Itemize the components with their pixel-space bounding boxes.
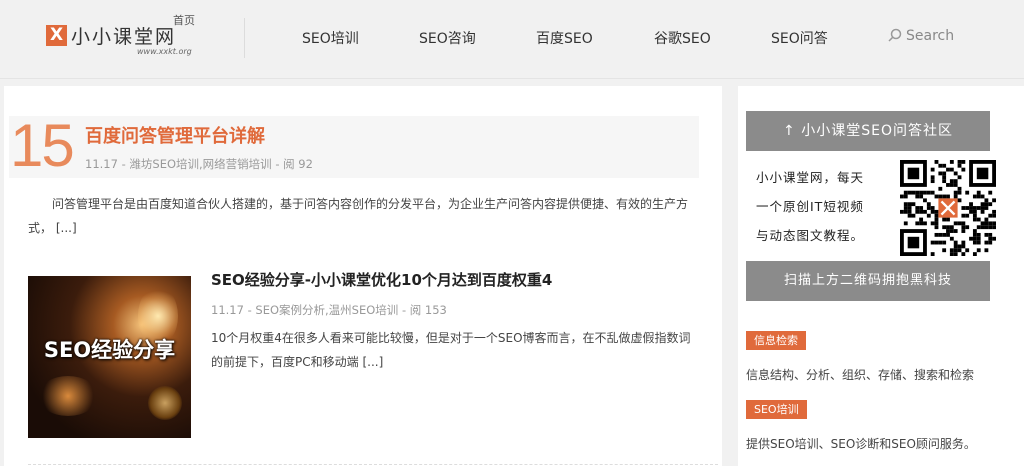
- post-day-number: 15: [10, 112, 75, 179]
- logo-text: 小小课堂网: [71, 26, 177, 48]
- post-date: 11.17: [211, 303, 244, 317]
- site-header: X 小小课堂网 首页 www.xxkt.org SEO培训 SEO咨询 百度SE…: [0, 0, 1024, 79]
- post-title[interactable]: 百度问答管理平台详解: [85, 122, 265, 148]
- qr-line: 一个原创IT短视频: [756, 199, 864, 214]
- nav-google-seo[interactable]: 谷歌SEO: [654, 28, 711, 48]
- post-excerpt: 问答管理平台是由百度知道合伙人搭建的，基于问答内容创作的分发平台，为企业生产问答…: [28, 192, 690, 240]
- qr-line: 小小课堂网，每天: [756, 170, 865, 185]
- post-excerpt: 10个月权重4在很多人看来可能比较慢，但是对于一个SEO博客而言，在不乱做虚假指…: [211, 326, 693, 374]
- qr-description: 小小课堂网，每天 一个原创IT短视频 与动态图文教程。: [756, 163, 890, 250]
- post-date: 11.17: [85, 157, 118, 171]
- post-meta: 11.17 - SEO案例分析,温州SEO培训 - 阅 153: [211, 303, 447, 317]
- search-box[interactable]: Search: [888, 28, 954, 44]
- tag-description: 提供SEO培训、SEO诊断和SEO顾问服务。: [746, 437, 976, 451]
- search-label: Search: [906, 28, 955, 44]
- post-separator: [28, 464, 718, 465]
- sidebar: ↑ 小小课堂SEO问答社区 小小课堂网，每天 一个原创IT短视频 与动态图文教程…: [738, 86, 1024, 466]
- nav-seo-consulting[interactable]: SEO咨询: [419, 28, 476, 48]
- nav-seo-training[interactable]: SEO培训: [302, 28, 359, 48]
- qr-widget-body: 小小课堂网，每天 一个原创IT短视频 与动态图文教程。: [746, 151, 996, 261]
- site-logo[interactable]: X 小小课堂网 首页 www.xxkt.org: [46, 14, 196, 60]
- search-icon: [888, 28, 906, 44]
- thumb-caption: SEO经验分享: [43, 338, 176, 362]
- read-more-link[interactable]: [...]: [56, 221, 77, 235]
- post-views: 阅 153: [409, 303, 447, 317]
- tag-description: 信息结构、分析、组织、存储、搜索和检索: [746, 368, 975, 382]
- thumb-glow: [38, 376, 98, 416]
- tag-seo-training[interactable]: SEO培训: [746, 400, 807, 419]
- thumb-ornament: [148, 386, 182, 420]
- post-views: 阅 92: [283, 157, 313, 171]
- post-categories[interactable]: 潍坊SEO培训,网络营销培训: [129, 157, 271, 171]
- post-excerpt-text: 10个月权重4在很多人看来可能比较慢，但是对于一个SEO博客而言，在不乱做虚假指…: [211, 331, 691, 369]
- post-categories[interactable]: SEO案例分析,温州SEO培训: [255, 303, 398, 317]
- qr-widget-footer: 扫描上方二维码拥抱黑科技: [746, 261, 990, 301]
- main-content: 15 百度问答管理平台详解 11.17 - 潍坊SEO培训,网络营销培训 - 阅…: [4, 86, 722, 466]
- post-title[interactable]: SEO经验分享-小小课堂优化10个月达到百度权重4: [211, 269, 552, 290]
- logo-home-label: 首页: [173, 14, 195, 27]
- read-more-link[interactable]: [...]: [362, 355, 383, 369]
- logo-url: www.xxkt.org: [137, 47, 192, 56]
- nav-seo-qa[interactable]: SEO问答: [771, 28, 828, 48]
- nav-baidu-seo[interactable]: 百度SEO: [536, 28, 593, 48]
- header-divider: [244, 18, 245, 58]
- logo-mark: X: [46, 25, 67, 46]
- post-thumbnail[interactable]: SEO经验分享: [28, 276, 191, 438]
- qr-line: 与动态图文教程。: [756, 228, 865, 243]
- post-excerpt-text: 问答管理平台是由百度知道合伙人搭建的，基于问答内容创作的分发平台，为企业生产问答…: [28, 197, 689, 235]
- qr-code-image: [900, 160, 996, 256]
- qr-widget-title: ↑ 小小课堂SEO问答社区: [746, 111, 990, 151]
- post-meta: 11.17 - 潍坊SEO培训,网络营销培训 - 阅 92: [85, 157, 313, 171]
- tag-info-retrieval[interactable]: 信息检索: [746, 331, 806, 350]
